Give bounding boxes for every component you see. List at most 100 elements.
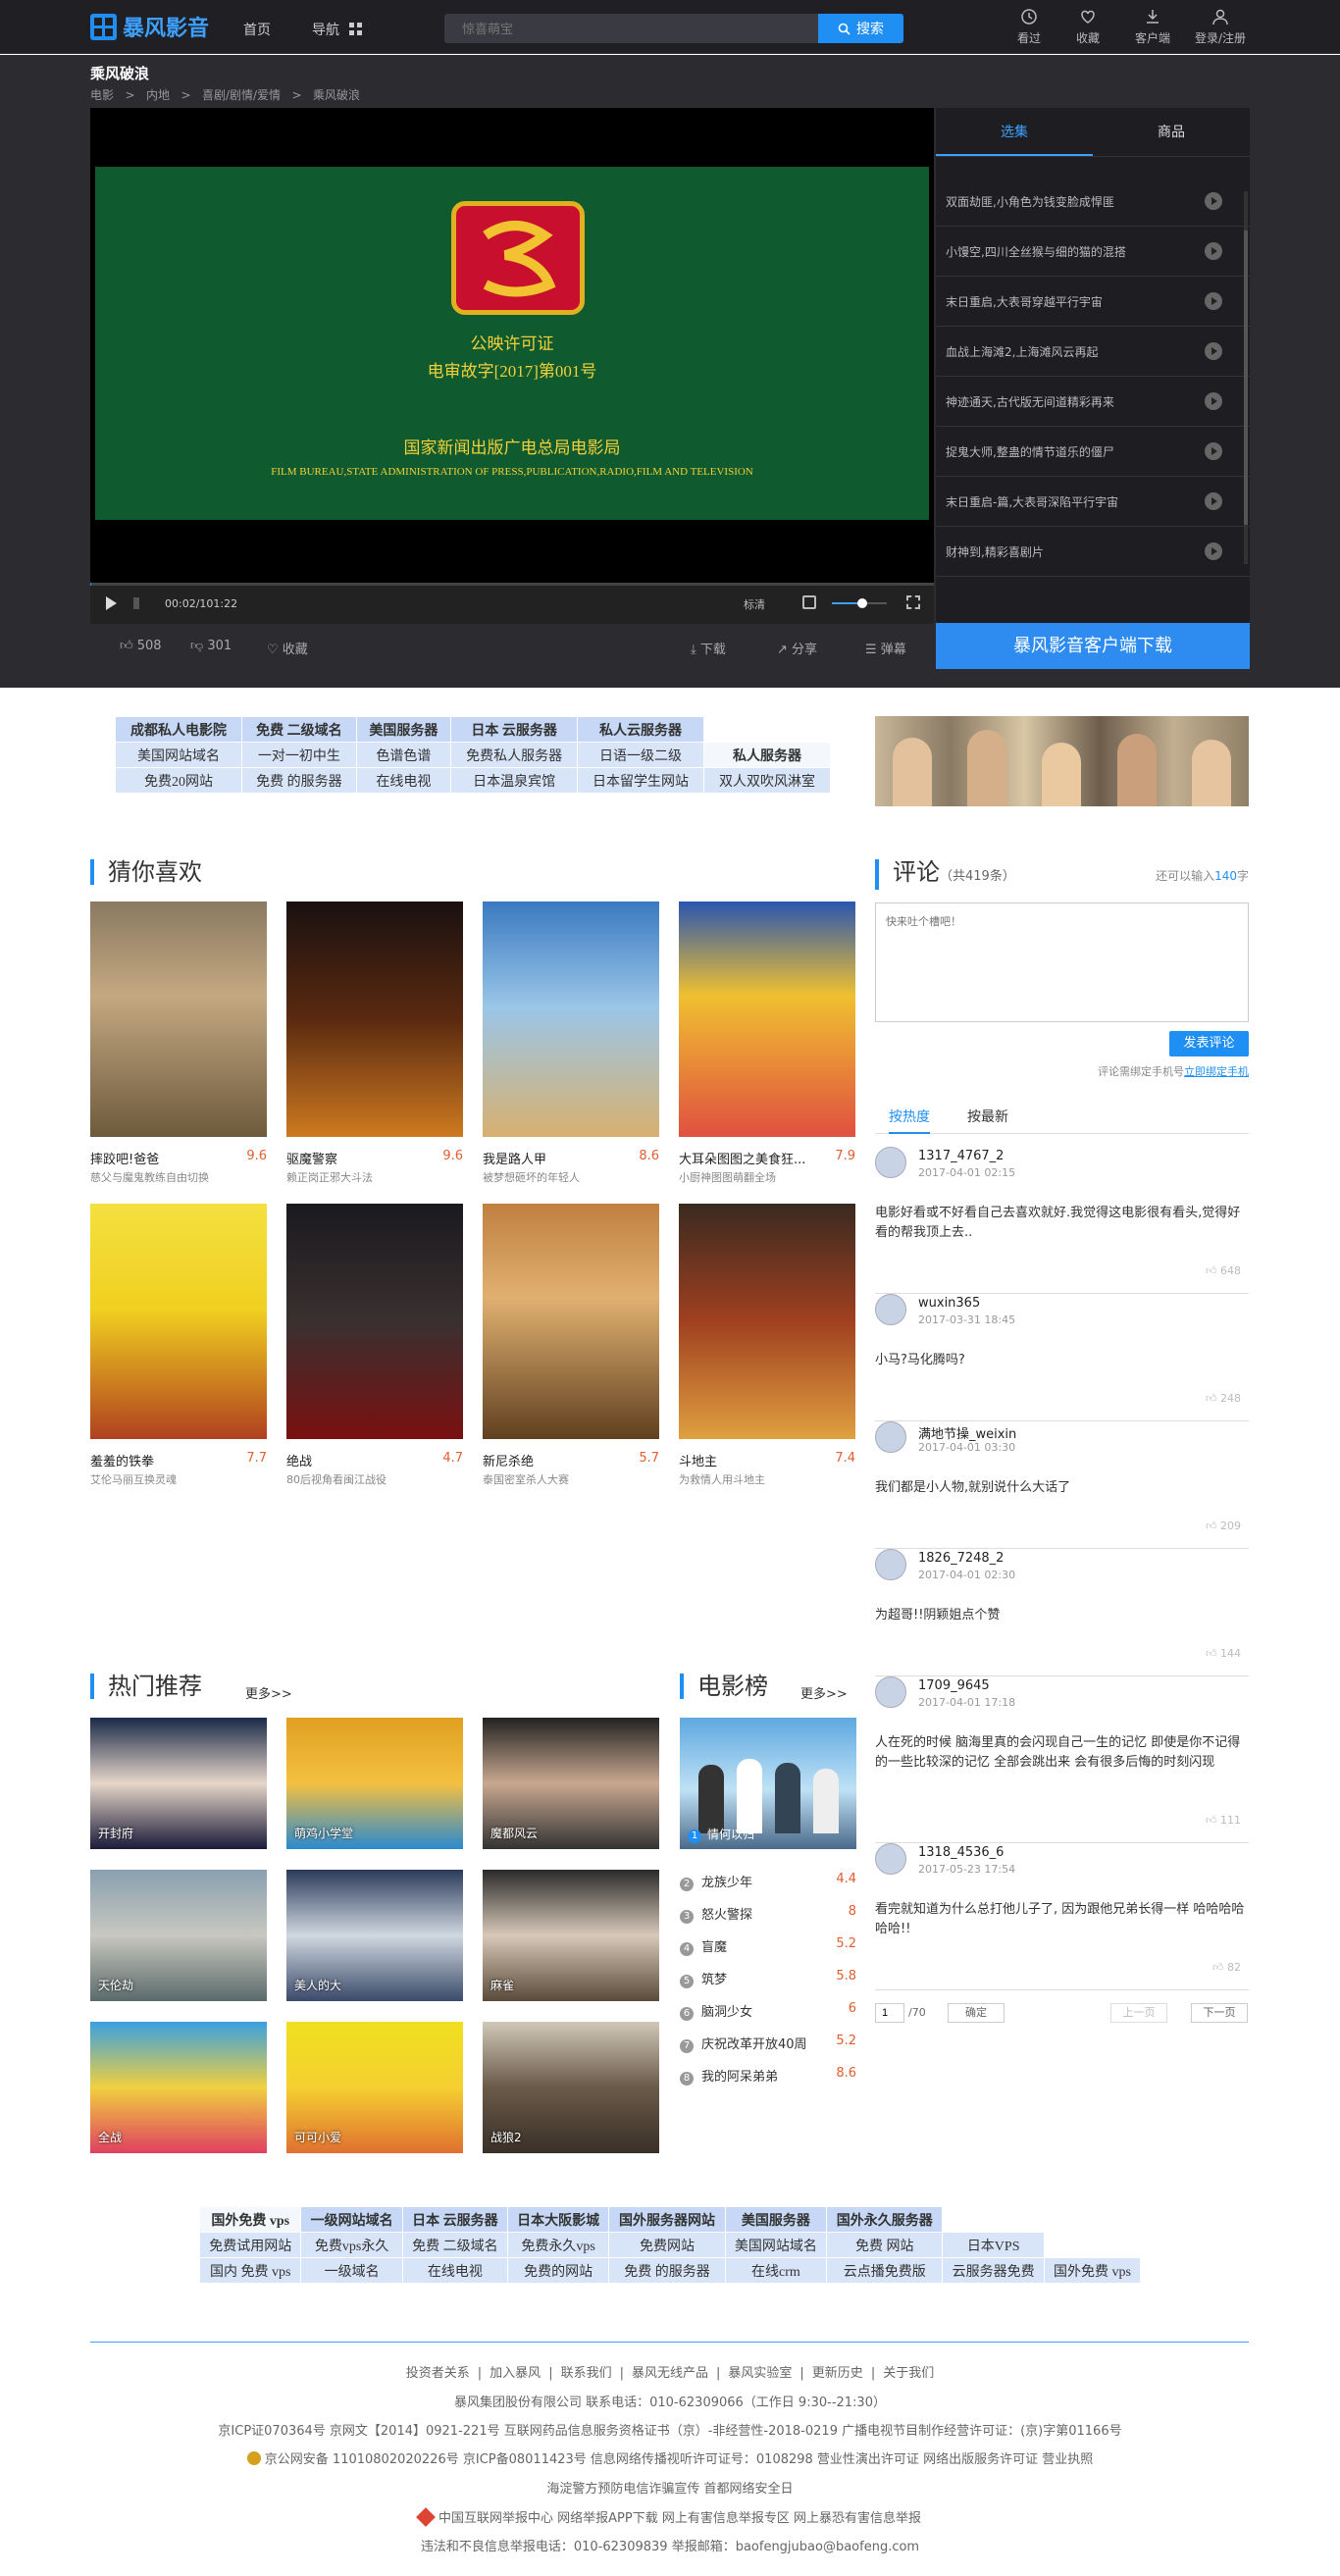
chart-top-item[interactable]: 1 情何以归 xyxy=(680,1718,856,1849)
chart-item[interactable]: 8 我的阿呆弟弟 8.6 xyxy=(680,2066,856,2086)
ad-link[interactable]: 日本温泉宾馆 xyxy=(450,767,579,794)
movie-poster[interactable] xyxy=(286,1204,463,1439)
ad-link[interactable]: 一对一初中生 xyxy=(240,742,357,768)
episode-item[interactable]: 血战上海滩2,上海滩风云再起 xyxy=(936,327,1250,377)
movie-card[interactable]: 新尼杀绝 5.7 泰国密室杀人大赛 xyxy=(483,1204,659,1487)
episode-item[interactable]: 财神到,精彩喜剧片 xyxy=(936,527,1250,577)
comment-like-button[interactable]: 👍︎ 111 xyxy=(1206,1814,1241,1827)
video-player[interactable]: 公映许可证 电审故字[2017]第001号 国家新闻出版广电总局电影局 FILM… xyxy=(90,108,934,623)
ad-link[interactable]: 免费 二级域名 xyxy=(240,716,357,743)
hot-more-link[interactable]: 更多>> xyxy=(245,1683,292,1702)
movie-title[interactable]: 羞羞的铁拳 xyxy=(90,1451,237,1467)
footer-link[interactable]: 暴风实验室 xyxy=(728,2366,792,2381)
episode-item[interactable]: 小馒空,四川全丝猴与细的猫的混搭 xyxy=(936,227,1250,277)
ad-link[interactable]: 在线crm xyxy=(724,2257,828,2284)
movie-title[interactable]: 斗地主 xyxy=(679,1451,826,1467)
ad-link[interactable]: 免费永久vps xyxy=(506,2232,610,2258)
episode-item[interactable]: 神迹通天,古代版无间道精彩再来 xyxy=(936,377,1250,427)
movie-card[interactable]: 我是路人甲 8.6 被梦想砸坏的年轻人 xyxy=(483,902,659,1185)
ad-link[interactable]: 在线电视 xyxy=(401,2257,508,2284)
ad-link[interactable]: 日本 云服务器 xyxy=(450,716,579,743)
ad-banner-image[interactable] xyxy=(875,716,1249,806)
movie-poster[interactable] xyxy=(90,1204,267,1439)
comment-author[interactable]: wuxin365 xyxy=(918,1296,980,1311)
chart-item[interactable]: 7 庆祝改革开放40周 5.2 xyxy=(680,2034,856,2053)
login-button[interactable]: 登录/注册 xyxy=(1188,8,1253,46)
movie-card[interactable]: 大耳朵图图之美食狂... 7.9 小厨神图图萌翻全场 xyxy=(679,902,855,1185)
movie-title[interactable]: 我是路人甲 xyxy=(483,1149,630,1164)
comment-author[interactable]: 1317_4767_2 xyxy=(918,1149,1004,1163)
client-download-button[interactable]: 暴风影音客户端下载 xyxy=(936,623,1250,669)
movie-card[interactable]: 斗地主 7.4 为救情人用斗地主 xyxy=(679,1204,855,1487)
movie-card[interactable]: 驱魔警察 9.6 赖正岗正邪大斗法 xyxy=(286,902,463,1185)
ad-link[interactable]: 美国服务器 xyxy=(724,2206,828,2233)
hot-item[interactable]: 天伦劫 xyxy=(90,1870,267,2001)
ad-link[interactable]: 免费 二级域名 xyxy=(401,2232,508,2258)
episode-item[interactable]: 捉鬼大师,整蛊的情节道乐的僵尸 xyxy=(936,427,1250,477)
footer-link[interactable]: 联系我们 xyxy=(561,2366,612,2381)
video-screen[interactable]: 公映许可证 电审故字[2017]第001号 国家新闻出版广电总局电影局 FILM… xyxy=(95,167,929,520)
ad-link[interactable]: 美国网站域名 xyxy=(115,742,242,768)
volume-icon[interactable] xyxy=(802,595,816,609)
avatar[interactable] xyxy=(875,1549,906,1580)
movie-title[interactable]: 驱魔警察 xyxy=(286,1149,434,1164)
tab-products[interactable]: 商品 xyxy=(1093,108,1250,156)
fullscreen-icon[interactable] xyxy=(906,595,920,609)
ad-link[interactable]: 一级域名 xyxy=(300,2257,403,2284)
next-page-button[interactable]: 下一页 xyxy=(1191,2003,1248,2023)
page-confirm-button[interactable]: 确定 xyxy=(948,2003,1005,2023)
client-button[interactable]: 客户端 xyxy=(1123,8,1182,46)
crumb-movie[interactable]: 电影 xyxy=(90,88,114,102)
avatar[interactable] xyxy=(875,1421,906,1453)
ad-link[interactable]: 免费 的服务器 xyxy=(608,2257,726,2284)
avatar[interactable] xyxy=(875,1147,906,1178)
ad-link[interactable]: 国外免费 vps xyxy=(1043,2257,1142,2284)
ad-link[interactable]: 日语一级二级 xyxy=(577,742,705,768)
movie-title[interactable]: 大耳朵图图之美食狂... xyxy=(679,1149,826,1164)
tab-hot[interactable]: 按热度 xyxy=(889,1107,930,1134)
avatar[interactable] xyxy=(875,1676,906,1708)
ad-link[interactable]: 国外永久服务器 xyxy=(826,2206,944,2233)
comment-like-button[interactable]: 👍︎ 209 xyxy=(1206,1520,1241,1532)
movie-poster[interactable] xyxy=(483,902,659,1137)
history-button[interactable]: 看过 xyxy=(1000,8,1058,46)
chart-item[interactable]: 5 筑梦 5.8 xyxy=(680,1969,856,1988)
movie-title[interactable]: 新尼杀绝 xyxy=(483,1451,630,1467)
ad-link[interactable]: 私人服务器 xyxy=(703,742,831,768)
episode-item[interactable]: 末日重启,大表哥穿越平行宇宙 xyxy=(936,277,1250,327)
page-number-input[interactable] xyxy=(875,2003,904,2023)
movie-poster[interactable] xyxy=(679,1204,855,1439)
movie-poster[interactable] xyxy=(679,902,855,1137)
avatar[interactable] xyxy=(875,1843,906,1875)
crumb-genre[interactable]: 喜剧/剧情/爱情 xyxy=(202,88,281,102)
footer-link[interactable]: 暴风无线产品 xyxy=(632,2366,708,2381)
ad-link[interactable]: 双人双吹风淋室 xyxy=(703,767,831,794)
dislike-button[interactable]: 👎︎ 301 xyxy=(190,639,232,653)
movie-title[interactable]: 绝战 xyxy=(286,1451,434,1467)
ad-link[interactable]: 免费的网站 xyxy=(506,2257,610,2284)
footer-link[interactable]: 加入暴风 xyxy=(490,2366,541,2381)
ad-link[interactable]: 色谱色谱 xyxy=(355,742,452,768)
ad-link[interactable]: 日本 云服务器 xyxy=(401,2206,508,2233)
movie-poster[interactable] xyxy=(483,1204,659,1439)
nav-home[interactable]: 首页 xyxy=(243,20,271,39)
hot-item[interactable]: 麻雀 xyxy=(483,1870,659,2001)
search-button[interactable]: 搜索 xyxy=(818,14,903,43)
ad-link[interactable]: 成都私人电影院 xyxy=(115,716,242,743)
ad-link[interactable]: 云服务器免费 xyxy=(942,2257,1045,2284)
ad-link[interactable]: 免费vps永久 xyxy=(300,2232,403,2258)
ad-link[interactable]: 美国网站域名 xyxy=(724,2232,828,2258)
search-input[interactable] xyxy=(444,14,817,43)
bind-phone-link[interactable]: 立即绑定手机 xyxy=(1184,1065,1249,1078)
crumb-region[interactable]: 内地 xyxy=(146,88,170,102)
hot-item[interactable]: 全战 xyxy=(90,2022,267,2153)
comment-author[interactable]: 1709_9645 xyxy=(918,1678,990,1693)
movie-card[interactable]: 摔跤吧!爸爸 9.6 慈父与魔鬼教练自由切换 xyxy=(90,902,267,1185)
episode-item[interactable]: 末日重启-篇,大表哥深陷平行宇宙 xyxy=(936,477,1250,527)
volume-knob[interactable] xyxy=(856,598,867,608)
ad-link[interactable]: 美国服务器 xyxy=(355,716,452,743)
chart-item[interactable]: 6 脑洞少女 6 xyxy=(680,2001,856,2021)
comment-textarea[interactable] xyxy=(875,902,1249,1022)
prev-page-button[interactable]: 上一页 xyxy=(1110,2003,1167,2023)
ad-link[interactable]: 免费 网站 xyxy=(826,2232,944,2258)
